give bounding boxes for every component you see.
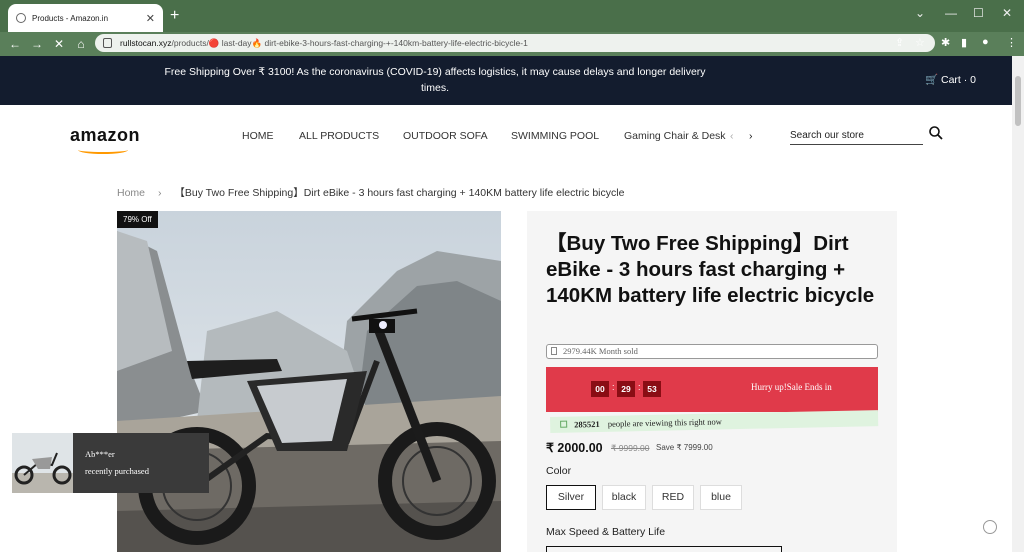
logo-text: amazon — [70, 125, 141, 145]
browser-tab[interactable]: Products - Amazon.in ✕ — [8, 4, 163, 32]
cart-label: Cart · 0 — [941, 74, 977, 86]
breadcrumb-current: 【Buy Two Free Shipping】Dirt eBike - 3 ho… — [174, 187, 625, 199]
countdown-colon: : — [612, 382, 615, 392]
breadcrumb: Home › 【Buy Two Free Shipping】Dirt eBike… — [117, 185, 624, 200]
menu-item-outdoor-sofa[interactable]: OUTDOOR SOFA — [403, 130, 488, 142]
menu-item-home[interactable]: HOME — [242, 130, 274, 142]
product-image[interactable] — [117, 211, 501, 552]
menu-item-all-products[interactable]: ALL PRODUCTS — [299, 130, 379, 142]
address-bar[interactable]: rullstocan.xyz /products/🔴 last-day🔥 dir… — [95, 34, 935, 52]
month-sold-text: 2979.44K Month sold — [563, 346, 638, 356]
close-tab-icon[interactable]: ✕ — [146, 12, 155, 25]
viewers-count: 285521 — [574, 418, 600, 430]
side-panel-icon[interactable]: ▮ — [961, 36, 967, 49]
countdown-colon: : — [638, 382, 641, 392]
menu-item-swimming-pool[interactable]: SWIMMING POOL — [511, 130, 599, 142]
home-icon[interactable]: ⌂ — [70, 37, 92, 51]
url-path: /products/🔴 last-day🔥 dirt-ebike-3-hours… — [171, 37, 528, 48]
stop-icon[interactable]: ✕ — [48, 37, 70, 51]
viewers-icon — [560, 420, 568, 428]
lock-icon — [103, 38, 112, 48]
countdown-seconds: 53 — [643, 381, 661, 397]
tab-search-icon[interactable]: ⌄ — [915, 6, 925, 20]
tab-title: Products - Amazon.in — [32, 13, 109, 23]
page-scrollbar[interactable] — [1012, 56, 1024, 552]
chevron-right-icon: › — [157, 187, 162, 199]
minimize-icon[interactable]: — — [945, 6, 957, 20]
cart-icon: 🛒 — [925, 74, 939, 86]
search-icon[interactable] — [928, 125, 944, 141]
viewers-text: people are viewing this right now — [607, 416, 722, 429]
menu-next-icon[interactable]: › — [749, 130, 753, 142]
sale-price: ₹ 2000.00 — [546, 441, 603, 455]
color-option-black[interactable]: black — [602, 485, 646, 510]
menu-prev-icon[interactable]: ‹ — [730, 130, 734, 142]
bookmark-star-icon[interactable]: ☆ — [915, 36, 925, 49]
logo-smile-icon — [78, 146, 128, 154]
menu-item-gaming-chair[interactable]: Gaming Chair & Desk — [624, 130, 726, 142]
search-input[interactable]: Search our store — [790, 130, 923, 145]
sale-countdown: 00 : 29 : 53 Hurry up!Sale Ends in — [546, 367, 878, 412]
phone-icon — [551, 347, 557, 355]
browser-tab-strip: Products - Amazon.in ✕ + ⌄ — ☐ ✕ — [0, 0, 1024, 32]
cart-link[interactable]: 🛒 Cart · 0 — [925, 73, 976, 86]
url-host: rullstocan.xyz — [120, 38, 172, 48]
amazon-logo[interactable]: amazon — [70, 125, 141, 154]
announcement-text: Free Shipping Over ₹ 3100! As the corona… — [164, 66, 706, 94]
new-tab-button[interactable]: + — [170, 7, 179, 25]
compare-price: ₹ 9999.00 — [611, 443, 650, 453]
max-speed-label: Max Speed & Battery Life — [546, 526, 666, 538]
popup-info: Ab***er recently purchased — [73, 433, 209, 493]
popup-buyer-name: Ab***er — [85, 449, 115, 459]
product-title: 【Buy Two Free Shipping】Dirt eBike - 3 ho… — [546, 232, 875, 307]
color-option-blue[interactable]: blue — [700, 485, 742, 510]
accessibility-widget-icon[interactable] — [983, 520, 997, 534]
loading-icon — [16, 13, 26, 23]
breadcrumb-home[interactable]: Home — [117, 187, 145, 199]
close-window-icon[interactable]: ✕ — [1002, 6, 1012, 20]
countdown-hours: 00 — [591, 381, 609, 397]
share-icon[interactable]: ⇪ — [895, 36, 904, 49]
popup-product-thumbnail — [12, 433, 73, 493]
discount-badge: 79% Off — [117, 211, 158, 228]
color-option-silver[interactable]: Silver — [546, 485, 596, 510]
color-label: Color — [546, 465, 572, 477]
announcement-bar: Free Shipping Over ₹ 3100! As the corona… — [0, 56, 1012, 105]
max-speed-option[interactable] — [546, 546, 782, 552]
profile-avatar-icon[interactable]: ● — [982, 36, 989, 48]
hurry-text: Hurry up!Sale Ends in — [751, 382, 832, 392]
save-amount: Save ₹ 7999.00 — [656, 443, 713, 452]
site-header: amazon HOME ALL PRODUCTS OUTDOOR SOFA SW… — [0, 105, 1012, 175]
menu-kebab-icon[interactable]: ⋮ — [1006, 36, 1017, 49]
back-icon[interactable]: ← — [4, 37, 26, 51]
color-option-red[interactable]: RED — [652, 485, 694, 510]
popup-action-text: recently purchased — [85, 466, 149, 476]
month-sold-info: 2979.44K Month sold — [546, 344, 878, 359]
extensions-icon[interactable]: ✱ — [941, 36, 950, 49]
scrollbar-thumb[interactable] — [1015, 76, 1021, 126]
countdown-minutes: 29 — [617, 381, 635, 397]
forward-icon[interactable]: → — [26, 37, 48, 51]
recent-purchase-popup[interactable]: Ab***er recently purchased — [12, 433, 209, 493]
maximize-icon[interactable]: ☐ — [973, 6, 984, 20]
